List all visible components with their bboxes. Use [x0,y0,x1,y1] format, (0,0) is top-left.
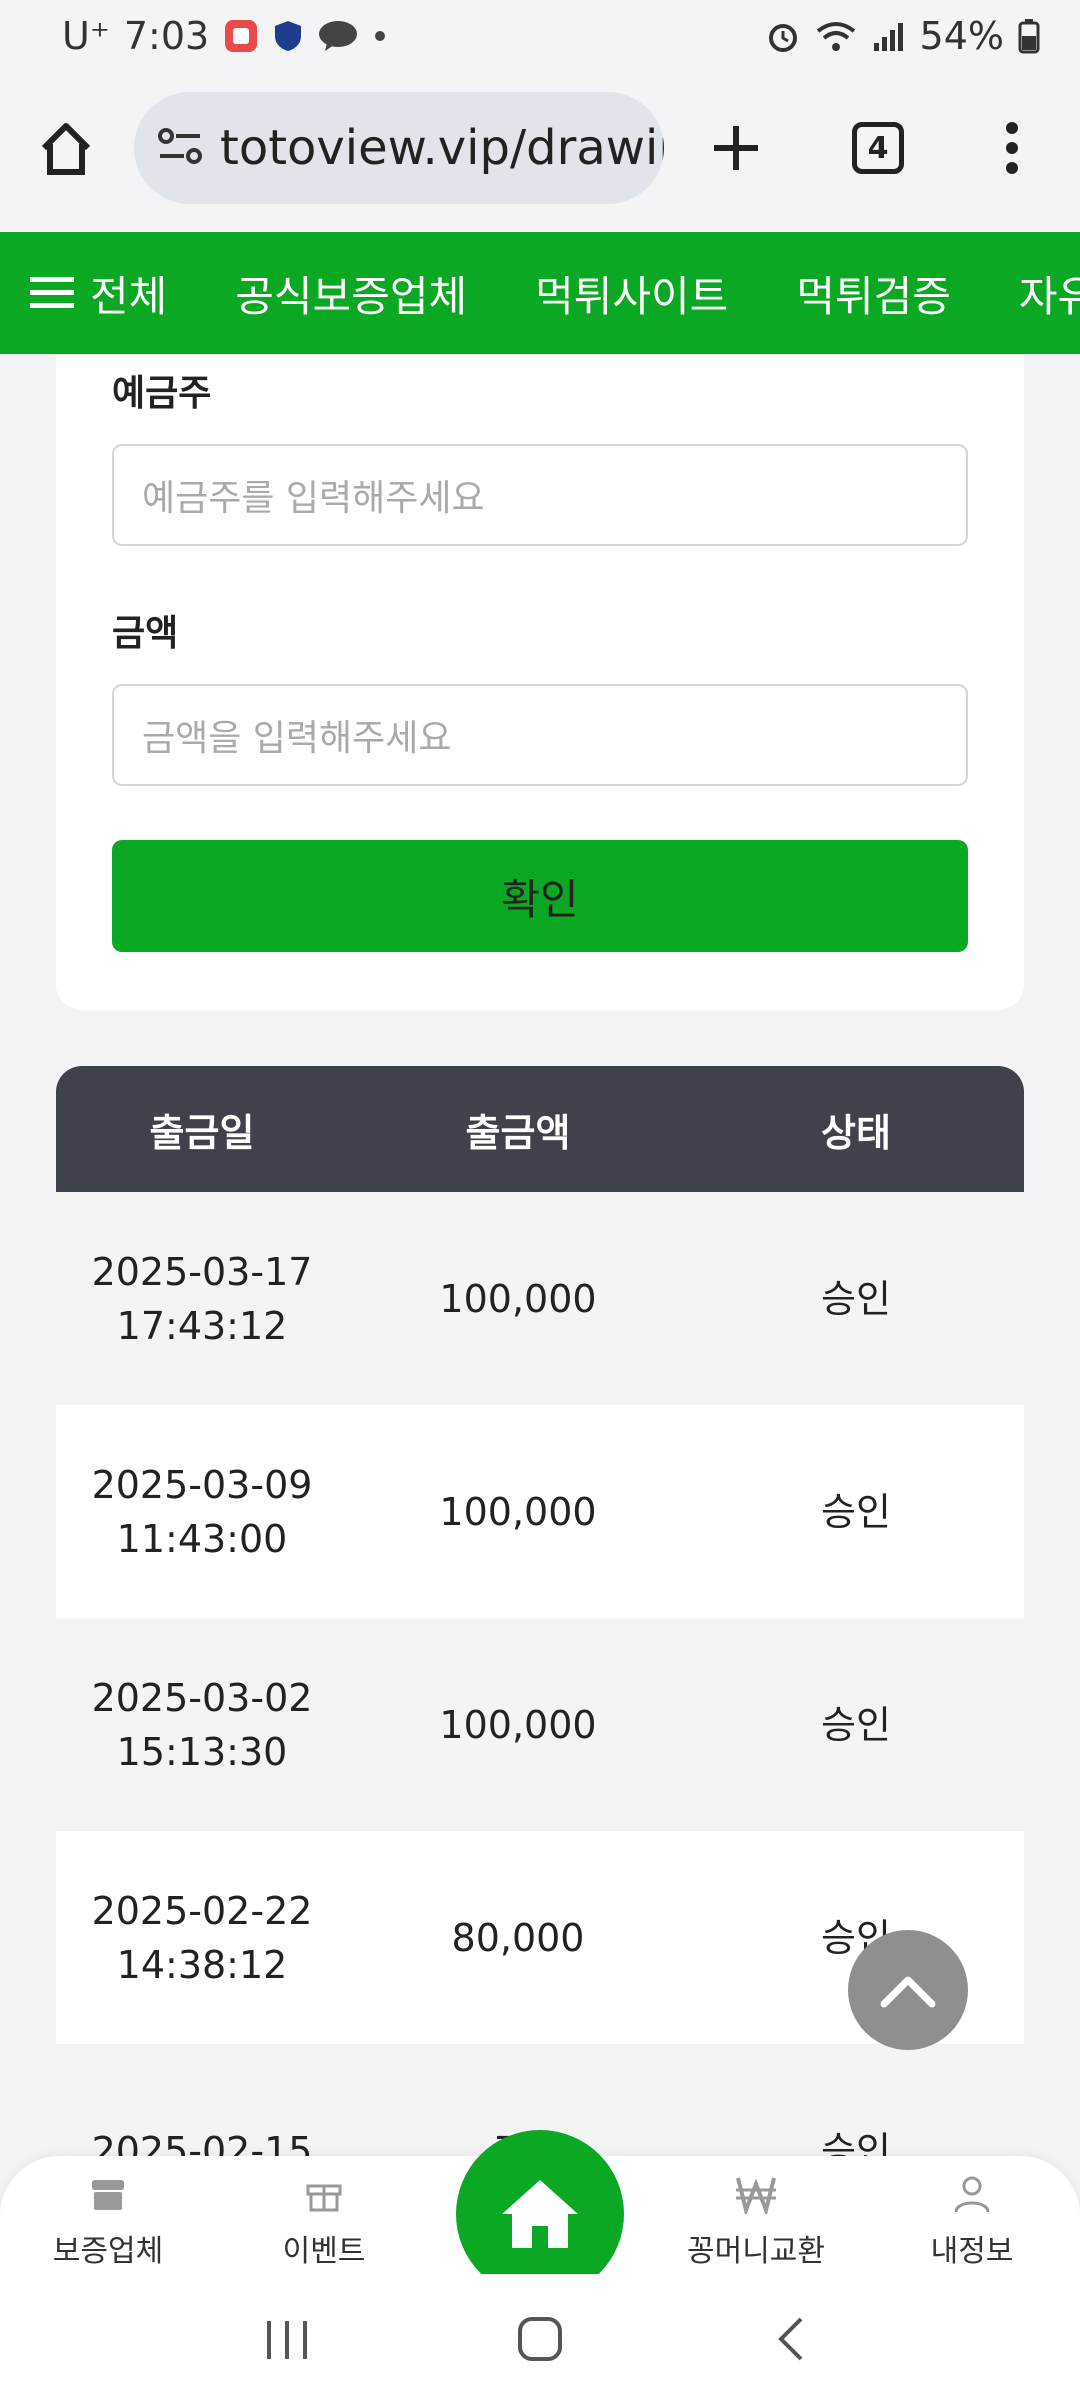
bottom-nav-home[interactable] [456,2130,624,2298]
date-text: 2025-03-17 [91,1249,313,1294]
bottom-nav-label: 내정보 [930,2234,1014,2269]
nav-label: 전체 [90,271,168,321]
app-notification-icon [223,18,259,54]
user-icon [952,2174,992,2218]
row-amount: 100,000 [439,1702,597,1747]
bottom-nav-profile[interactable]: 내정보 [892,2174,1052,2270]
tab-count: 4 [852,122,904,174]
hamburger-icon [30,275,74,311]
table-row: 2025-03-17 17:43:12 100,000 승인 [56,1192,1024,1405]
amount-label: 금액 [112,613,179,654]
row-status: 승인 [821,1276,891,1321]
gift-icon [304,2174,344,2218]
overflow-menu-icon[interactable] [976,112,1048,184]
row-status: 승인 [821,1702,891,1747]
signal-icon [872,19,906,53]
withdraw-form-card: 예금주 예금주를 입력해주세요 금액 금액을 입력해주세요 확인 [56,354,1024,1010]
table-row: 2025-03-09 11:43:00 100,000 승인 [56,1405,1024,1618]
clock: 7:03 [123,14,210,58]
nav-item-scam-verify[interactable]: 먹튀검증 [796,263,951,324]
bottom-nav-label: 이벤트 [282,2234,366,2269]
row-amount: 80,000 [451,1915,585,1960]
amount-input[interactable]: 금액을 입력해주세요 [112,684,968,786]
battery-percent: 54% [919,14,1004,58]
back-icon[interactable] [769,2315,817,2367]
battery-icon [1018,18,1040,54]
status-bar: U⁺ 7:03 54% [0,0,1080,72]
bottom-nav-points[interactable]: 꽁머니교환 [676,2174,836,2270]
date-text: 2025-02-22 [91,1888,313,1933]
nav-item-scam-sites[interactable]: 먹튀사이트 [535,263,728,324]
shield-notification-icon [273,19,303,53]
bottom-nav-label: 보증업체 [52,2234,164,2269]
browser-toolbar: totoview.vip/drawing 4 [0,72,1080,232]
url-text: totoview.vip/drawing [220,120,664,176]
row-amount: 100,000 [439,1276,597,1321]
time-text: 15:13:30 [116,1729,288,1774]
row-date: 2025-03-09 11:43:00 [56,1458,348,1566]
home-icon[interactable] [30,112,102,184]
home-icon [500,2176,580,2252]
table-header: 출금일 출금액 상태 [56,1066,1024,1192]
row-date: 2025-02-22 14:38:12 [56,1884,348,1992]
alarm-icon [766,19,800,53]
site-settings-icon[interactable] [158,126,202,170]
row-date: 2025-03-02 15:13:30 [56,1671,348,1779]
depositor-label: 예금주 [112,373,212,414]
date-text: 2025-03-02 [91,1675,313,1720]
chevron-up-icon [878,1970,938,2010]
row-status: 승인 [821,1915,891,1960]
carrier-label: U⁺ [62,14,110,58]
bottom-nav-guarantee[interactable]: 보증업체 [28,2174,188,2270]
row-status: 승인 [821,1489,891,1534]
header-status: 상태 [821,1110,891,1155]
system-nav-bar [0,2274,1080,2408]
address-bar[interactable]: totoview.vip/drawing [134,92,664,204]
confirm-button[interactable]: 확인 [112,840,968,952]
home-nav-icon[interactable] [516,2315,564,2367]
depositor-input[interactable]: 예금주를 입력해주세요 [112,444,968,546]
category-nav: 전체 공식보증업체 먹튀사이트 먹튀검증 자유 [0,232,1080,354]
time-text: 14:38:12 [116,1942,288,1987]
dot-icon [373,29,387,43]
wifi-icon [814,19,858,53]
table-row: 2025-03-02 15:13:30 100,000 승인 [56,1618,1024,1831]
won-icon [734,2174,778,2218]
row-amount: 100,000 [439,1489,597,1534]
talk-notification-icon [317,19,359,53]
time-text: 17:43:12 [116,1303,288,1348]
row-date: 2025-03-17 17:43:12 [56,1245,348,1353]
tab-switcher-button[interactable]: 4 [842,112,914,184]
date-text: 2025-03-09 [91,1462,313,1507]
header-amount: 출금액 [465,1110,571,1155]
scroll-top-button[interactable] [848,1930,968,2050]
time-text: 11:43:00 [116,1516,288,1561]
nav-item-free[interactable]: 자유 [1019,263,1080,324]
store-icon [88,2174,128,2218]
bottom-nav-event[interactable]: 이벤트 [244,2174,404,2270]
header-date: 출금일 [149,1110,255,1155]
nav-item-official[interactable]: 공식보증업체 [235,263,467,324]
recents-icon[interactable] [263,2315,311,2367]
new-tab-icon[interactable] [700,112,772,184]
bottom-nav-label: 꽁머니교환 [687,2234,825,2269]
nav-item-all[interactable]: 전체 [30,263,167,324]
